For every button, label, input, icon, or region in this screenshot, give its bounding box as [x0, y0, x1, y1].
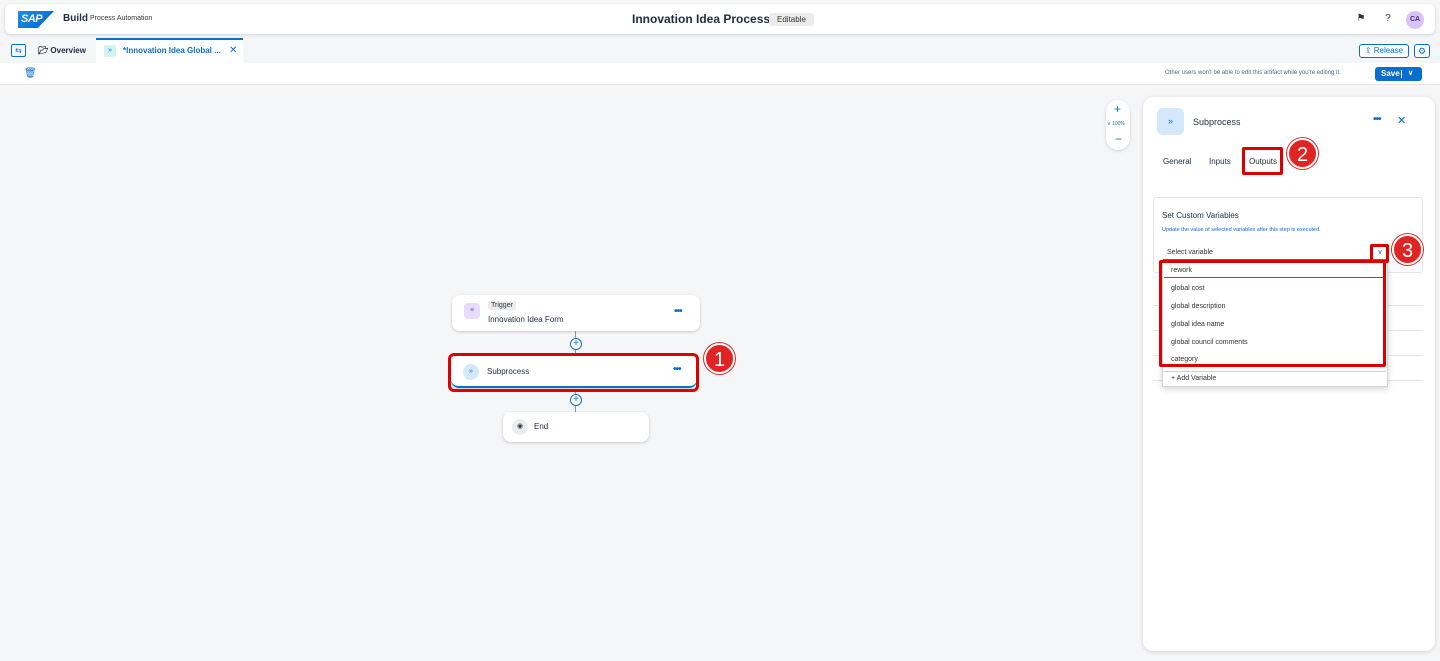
tab-general[interactable]: General [1163, 157, 1191, 166]
page-title: Innovation Idea Process [632, 12, 771, 26]
select-placeholder: Select variable [1167, 249, 1213, 256]
status-badge: Editable [769, 13, 814, 26]
tab-process[interactable]: » *Innovation Idea Global ... ✕ [96, 38, 243, 63]
shell-bar: SAP Build Process Automation Innovation … [5, 4, 1435, 34]
tab-inputs[interactable]: Inputs [1209, 157, 1231, 166]
zoom-control: + ∨ 100% − [1106, 100, 1130, 150]
release-button[interactable]: ⇪ Release [1359, 44, 1409, 58]
avatar[interactable]: CA [1406, 11, 1424, 29]
zoom-out-icon[interactable]: − [1115, 132, 1122, 146]
brand-name: Build [63, 13, 88, 24]
notification-icon[interactable]: ⚑ [1355, 13, 1367, 25]
trash-icon[interactable]: 🗑︎ [24, 68, 37, 79]
add-variable-label: Add Variable [1176, 375, 1217, 382]
trigger-name: Innovation Idea Form [488, 315, 564, 324]
release-label: Release [1373, 46, 1404, 55]
add-step-icon[interactable]: + [570, 338, 582, 350]
variable-select[interactable]: Select variable ∨ [1163, 247, 1387, 260]
more-icon[interactable]: ••• [674, 306, 682, 317]
tab-process-label: *Innovation Idea Global ... [123, 46, 221, 55]
trigger-node[interactable]: ≡ Trigger Innovation Idea Form ••• [452, 295, 700, 331]
save-button[interactable]: Save ∨ [1375, 67, 1422, 81]
chevron-down-icon[interactable]: ∨ [1408, 67, 1413, 81]
subprocess-icon: » [1157, 108, 1184, 135]
tab-overview[interactable]: 📂︎ Overview [38, 46, 86, 55]
highlight-subprocess [448, 353, 699, 392]
sap-logo[interactable]: SAP [18, 11, 54, 28]
sidebar-toggle-icon[interactable]: ⇆ [11, 44, 26, 57]
toolbar: 🗑︎ Other users won't be able to edit thi… [0, 63, 1440, 85]
close-icon[interactable]: ✕ [1397, 114, 1406, 127]
stop-icon: ◉ [512, 419, 528, 435]
step-marker-3: 3 [1392, 234, 1423, 265]
step-marker-1: 1 [704, 343, 735, 374]
end-name: End [534, 422, 549, 431]
save-divider [1401, 70, 1402, 78]
save-label: Save [1381, 69, 1400, 78]
subprocess-icon: » [104, 45, 116, 57]
trigger-tag: Trigger [488, 301, 516, 310]
form-icon: ≡ [464, 303, 480, 319]
help-icon[interactable]: ? [1382, 13, 1394, 25]
end-node[interactable]: ◉ End [503, 412, 649, 442]
add-variable-button[interactable]: + Add Variable [1164, 371, 1386, 386]
panel-title: Subprocess [1193, 117, 1241, 127]
step-marker-2: 2 [1287, 138, 1318, 169]
add-step-icon[interactable]: + [570, 394, 582, 406]
gear-icon[interactable]: ⚙ [1414, 44, 1430, 58]
highlight-outputs-tab [1242, 147, 1283, 175]
zoom-level-value: 100% [1112, 121, 1125, 127]
more-icon[interactable]: ••• [1373, 114, 1381, 125]
brand-subtitle: Process Automation [90, 15, 153, 22]
tab-overview-label: Overview [50, 46, 86, 55]
section-description: Update the value of selected variables a… [1162, 227, 1321, 233]
close-icon[interactable]: ✕ [229, 45, 237, 56]
tab-strip: ⇆ 📂︎ Overview » *Innovation Idea Global … [0, 38, 1440, 63]
zoom-in-icon[interactable]: + [1114, 102, 1121, 116]
highlight-options [1159, 260, 1386, 367]
section-title: Set Custom Variables [1162, 211, 1239, 220]
lock-message: Other users won't be able to edit this a… [1165, 70, 1341, 76]
zoom-level[interactable]: ∨ 100% [1107, 121, 1125, 127]
